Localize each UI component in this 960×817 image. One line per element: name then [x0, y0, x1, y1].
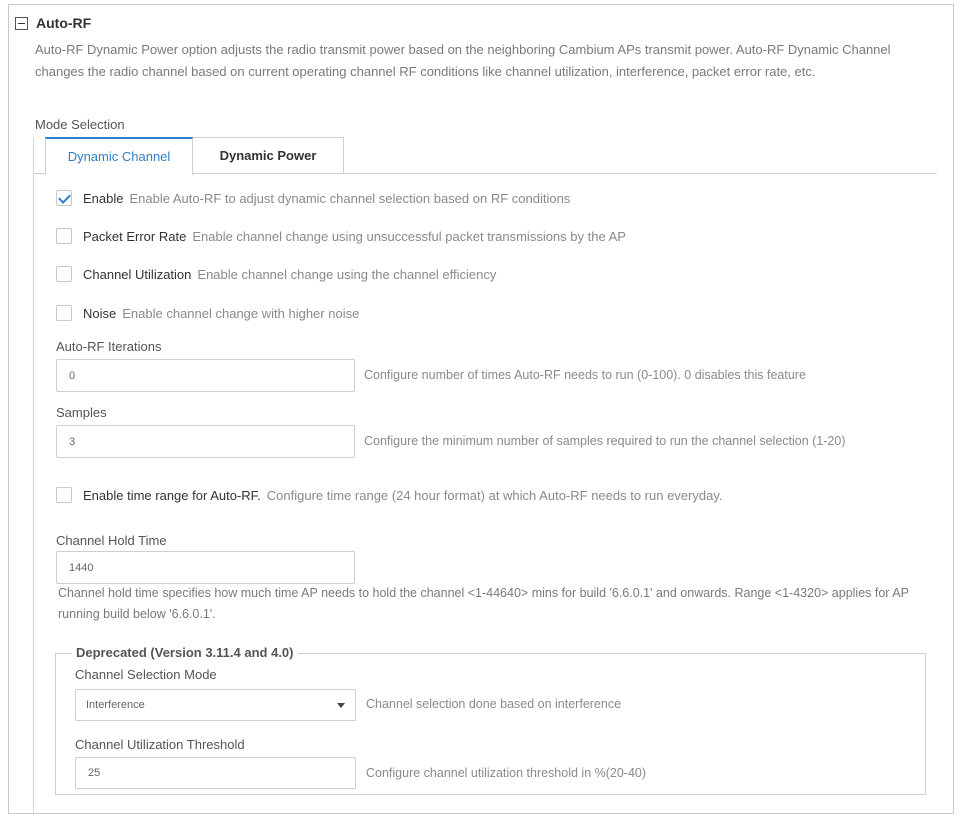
deprecated-fieldset: Deprecated (Version 3.11.4 and 4.0) Chan… [55, 645, 926, 795]
option-noise: Noise Enable channel change with higher … [56, 305, 359, 321]
channel-selection-mode-help: Channel selection done based on interfer… [366, 697, 622, 711]
packet-error-rate-help: Enable channel change using unsuccessful… [192, 228, 626, 244]
time-range-label: Enable time range for Auto-RF. [83, 487, 261, 503]
iterations-label: Auto-RF Iterations [56, 339, 162, 354]
samples-label: Samples [56, 405, 107, 420]
channel-utilization-checkbox[interactable] [56, 266, 72, 282]
hold-time-input[interactable] [56, 551, 355, 584]
channel-utilization-label: Channel Utilization [83, 266, 192, 282]
packet-error-rate-label: Packet Error Rate [83, 228, 187, 244]
mode-selection-panel: Dynamic Channel Dynamic Power Enable Ena… [33, 137, 937, 813]
option-packet-error-rate: Packet Error Rate Enable channel change … [56, 228, 626, 244]
collapse-minus-icon[interactable] [15, 16, 28, 30]
samples-help: Configure the minimum number of samples … [364, 434, 846, 448]
chevron-down-icon [337, 703, 345, 708]
hold-time-help: Channel hold time specifies how much tim… [58, 586, 909, 621]
tab-bar: Dynamic Channel Dynamic Power [34, 137, 937, 175]
time-range-checkbox[interactable] [56, 487, 72, 503]
enable-checkbox[interactable] [56, 190, 72, 206]
enable-help: Enable Auto-RF to adjust dynamic channel… [129, 190, 571, 206]
enable-label: Enable [83, 190, 124, 206]
option-enable: Enable Enable Auto-RF to adjust dynamic … [56, 190, 570, 206]
noise-label: Noise [83, 305, 117, 321]
channel-utilization-help: Enable channel change using the channel … [197, 266, 497, 282]
iterations-input[interactable] [56, 359, 355, 392]
option-channel-utilization: Channel Utilization Enable channel chang… [56, 266, 496, 282]
tab-dynamic-channel[interactable]: Dynamic Channel [45, 137, 193, 175]
iterations-help: Configure number of times Auto-RF needs … [364, 368, 806, 382]
auto-rf-panel: Auto-RF Auto-RF Dynamic Power option adj… [8, 4, 954, 814]
channel-selection-mode-value: Interference [86, 699, 145, 711]
hold-time-label: Channel Hold Time [56, 533, 167, 548]
time-range-help: Configure time range (24 hour format) at… [266, 487, 723, 503]
samples-input[interactable] [56, 425, 355, 458]
utilization-threshold-label: Channel Utilization Threshold [75, 737, 245, 752]
channel-selection-mode-select[interactable]: Interference [75, 689, 356, 721]
noise-help: Enable channel change with higher noise [122, 305, 360, 321]
noise-checkbox[interactable] [56, 305, 72, 321]
section-description: Auto-RF Dynamic Power option adjusts the… [35, 42, 891, 79]
deprecated-legend: Deprecated (Version 3.11.4 and 4.0) [72, 645, 298, 660]
channel-selection-mode-label: Channel Selection Mode [75, 667, 217, 682]
packet-error-rate-checkbox[interactable] [56, 228, 72, 244]
section-header[interactable]: Auto-RF [15, 15, 91, 31]
utilization-threshold-help: Configure channel utilization threshold … [366, 766, 647, 780]
tab-dynamic-power[interactable]: Dynamic Power [193, 137, 344, 174]
mode-selection-label: Mode Selection [35, 117, 125, 132]
utilization-threshold-input[interactable] [75, 757, 356, 789]
option-time-range: Enable time range for Auto-RF. Configure… [56, 487, 722, 503]
section-title: Auto-RF [36, 15, 92, 31]
